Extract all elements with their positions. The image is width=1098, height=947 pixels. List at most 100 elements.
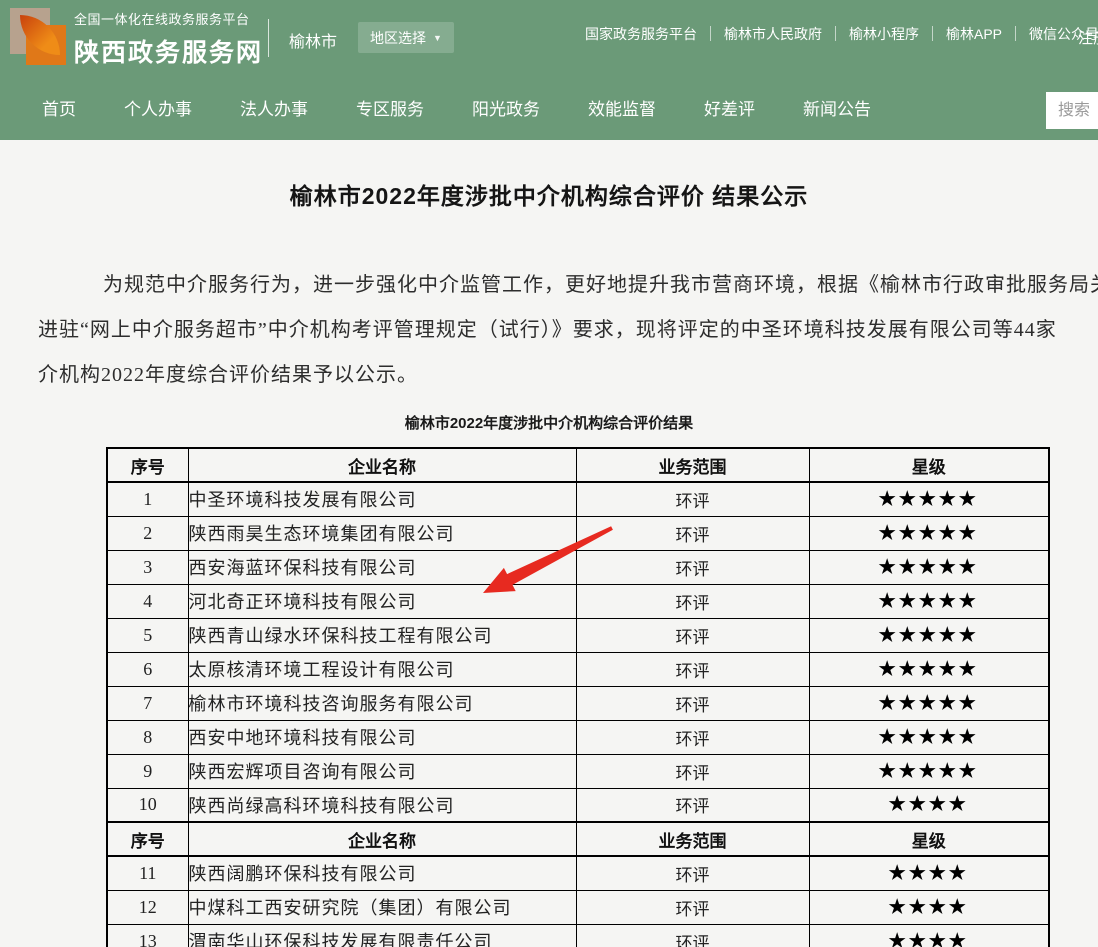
- cell-star-rating: ★★★★: [809, 788, 1049, 822]
- nav-item-open-gov[interactable]: 阳光政务: [472, 95, 540, 120]
- cell-star-rating: ★★★★: [809, 890, 1049, 924]
- cell-business-scope: 环评: [576, 686, 809, 720]
- cell-company-name: 榆林市环境科技咨询服务有限公司: [188, 686, 576, 720]
- main-nav: 首页 个人办事 法人办事 专区服务 阳光政务 效能监督 好差评 新闻公告: [0, 75, 1098, 140]
- cell-star-rating: ★★★★★: [809, 482, 1049, 516]
- cell-company-name: 太原核清环境工程设计有限公司: [188, 652, 576, 686]
- nav-item-zone-services[interactable]: 专区服务: [356, 95, 424, 120]
- platform-subtitle: 全国一体化在线政务服务平台: [74, 9, 263, 28]
- search-box[interactable]: [1046, 92, 1098, 129]
- cell-business-scope: 环评: [576, 788, 809, 822]
- table-header-row: 序号企业名称业务范围星级: [107, 448, 1049, 482]
- column-header: 序号: [107, 822, 188, 856]
- cell-company-name: 陕西尚绿高科环境科技有限公司: [188, 788, 576, 822]
- column-header: 序号: [107, 448, 188, 482]
- table-row: 12中煤科工西安研究院（集团）有限公司环评★★★★: [107, 890, 1049, 924]
- paragraph-line: 进驻“网上中介服务超市”中介机构考评管理规定（试行）》要求，现将评定的中圣环境科…: [38, 308, 1098, 353]
- cell-index: 8: [107, 720, 188, 754]
- cell-company-name: 陕西青山绿水环保科技工程有限公司: [188, 618, 576, 652]
- table-header-row: 序号企业名称业务范围星级: [107, 822, 1049, 856]
- cell-company-name: 西安中地环境科技有限公司: [188, 720, 576, 754]
- cell-company-name: 河北奇正环境科技有限公司: [188, 584, 576, 618]
- cell-business-scope: 环评: [576, 720, 809, 754]
- column-header: 星级: [809, 822, 1049, 856]
- cell-star-rating: ★★★★★: [809, 516, 1049, 550]
- cell-company-name: 陕西宏辉项目咨询有限公司: [188, 754, 576, 788]
- search-input[interactable]: [1046, 92, 1098, 129]
- cell-star-rating: ★★★★★: [809, 754, 1049, 788]
- cell-business-scope: 环评: [576, 754, 809, 788]
- cell-index: 3: [107, 550, 188, 584]
- table-row: 8西安中地环境科技有限公司环评★★★★★: [107, 720, 1049, 754]
- register-link[interactable]: 注册: [1078, 27, 1098, 48]
- region-select-label: 地区选择: [370, 28, 426, 48]
- cell-star-rating: ★★★★★: [809, 686, 1049, 720]
- cell-company-name: 陕西阔鹏环保科技有限公司: [188, 856, 576, 890]
- cell-star-rating: ★★★★: [809, 856, 1049, 890]
- cell-index: 10: [107, 788, 188, 822]
- cell-business-scope: 环评: [576, 890, 809, 924]
- cell-star-rating: ★★★★★: [809, 618, 1049, 652]
- chevron-down-icon: ▼: [433, 33, 442, 43]
- paragraph-line: 介机构2022年度综合评价结果予以公示。: [38, 353, 1098, 398]
- current-city-label: 榆林市: [289, 28, 337, 52]
- link-yulin-app[interactable]: 榆林APP: [933, 24, 1015, 44]
- results-table-body: 序号企业名称业务范围星级1中圣环境科技发展有限公司环评★★★★★2陕西雨昊生态环…: [107, 448, 1049, 947]
- site-logo: [8, 5, 66, 63]
- cell-star-rating: ★★★★: [809, 924, 1049, 947]
- site-brand: 全国一体化在线政务服务平台 陕西政务服务网: [74, 9, 263, 69]
- site-title: 陕西政务服务网: [74, 33, 263, 69]
- nav-item-legal-person[interactable]: 法人办事: [240, 95, 308, 120]
- site-header: 全国一体化在线政务服务平台 陕西政务服务网 榆林市 地区选择 ▼ 国家政务服务平…: [0, 0, 1098, 75]
- cell-star-rating: ★★★★★: [809, 652, 1049, 686]
- table-row: 5陕西青山绿水环保科技工程有限公司环评★★★★★: [107, 618, 1049, 652]
- table-row: 10陕西尚绿高科环境科技有限公司环评★★★★: [107, 788, 1049, 822]
- header-divider: [268, 19, 269, 57]
- nav-item-news[interactable]: 新闻公告: [803, 95, 871, 120]
- cell-business-scope: 环评: [576, 618, 809, 652]
- cell-index: 4: [107, 584, 188, 618]
- cell-index: 7: [107, 686, 188, 720]
- nav-item-personal[interactable]: 个人办事: [124, 95, 192, 120]
- column-header: 业务范围: [576, 448, 809, 482]
- cell-index: 2: [107, 516, 188, 550]
- nav-item-home[interactable]: 首页: [42, 95, 76, 120]
- cell-company-name: 陕西雨昊生态环境集团有限公司: [188, 516, 576, 550]
- column-header: 业务范围: [576, 822, 809, 856]
- table-row: 11陕西阔鹏环保科技有限公司环评★★★★: [107, 856, 1049, 890]
- cell-star-rating: ★★★★★: [809, 550, 1049, 584]
- nav-item-rating[interactable]: 好差评: [704, 95, 755, 120]
- link-national-platform[interactable]: 国家政务服务平台: [572, 24, 710, 44]
- cell-business-scope: 环评: [576, 924, 809, 947]
- cell-business-scope: 环评: [576, 482, 809, 516]
- column-header: 企业名称: [188, 822, 576, 856]
- link-mini-program[interactable]: 榆林小程序: [836, 24, 932, 44]
- cell-index: 9: [107, 754, 188, 788]
- table-row: 1中圣环境科技发展有限公司环评★★★★★: [107, 482, 1049, 516]
- cell-star-rating: ★★★★★: [809, 584, 1049, 618]
- cell-business-scope: 环评: [576, 584, 809, 618]
- cell-index: 11: [107, 856, 188, 890]
- nav-item-supervision[interactable]: 效能监督: [588, 95, 656, 120]
- table-row: 13渭南华山环保科技发展有限责任公司环评★★★★: [107, 924, 1049, 947]
- cell-business-scope: 环评: [576, 652, 809, 686]
- column-header: 企业名称: [188, 448, 576, 482]
- cell-index: 5: [107, 618, 188, 652]
- table-row: 2陕西雨昊生态环境集团有限公司环评★★★★★: [107, 516, 1049, 550]
- cell-index: 6: [107, 652, 188, 686]
- cell-company-name: 渭南华山环保科技发展有限责任公司: [188, 924, 576, 947]
- table-row: 3西安海蓝环保科技有限公司环评★★★★★: [107, 550, 1049, 584]
- region-select-button[interactable]: 地区选择 ▼: [358, 22, 454, 53]
- table-row: 4河北奇正环境科技有限公司环评★★★★★: [107, 584, 1049, 618]
- link-city-government[interactable]: 榆林市人民政府: [711, 24, 835, 44]
- cell-index: 1: [107, 482, 188, 516]
- cell-index: 12: [107, 890, 188, 924]
- cell-index: 13: [107, 924, 188, 947]
- page-title: 榆林市2022年度涉批中介机构综合评价 结果公示: [0, 140, 1098, 211]
- cell-business-scope: 环评: [576, 550, 809, 584]
- table-row: 6太原核清环境工程设计有限公司环评★★★★★: [107, 652, 1049, 686]
- cell-company-name: 中圣环境科技发展有限公司: [188, 482, 576, 516]
- cell-business-scope: 环评: [576, 516, 809, 550]
- cell-business-scope: 环评: [576, 856, 809, 890]
- column-header: 星级: [809, 448, 1049, 482]
